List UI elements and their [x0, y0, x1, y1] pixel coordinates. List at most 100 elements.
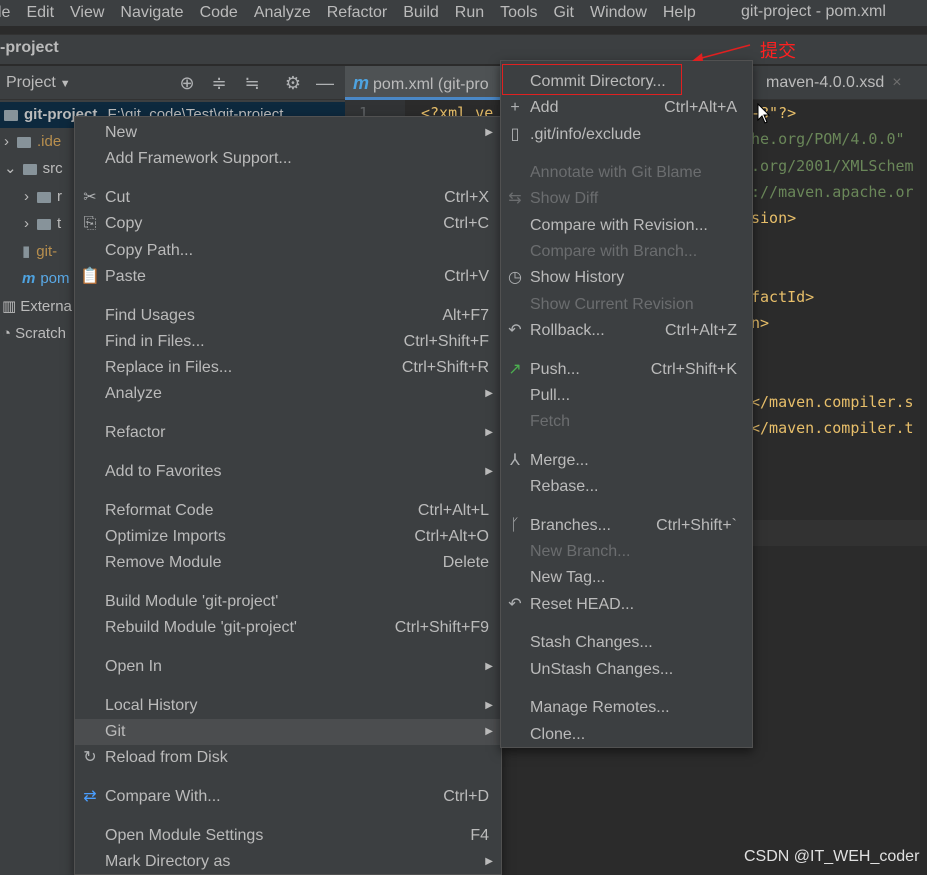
menu-item-analyze[interactable]: Analyze ▶	[75, 381, 501, 407]
chevron-right-icon[interactable]: ›	[24, 188, 29, 205]
tree-item-scratches[interactable]: ◔ Scratch	[2, 321, 66, 347]
git-item-clone[interactable]: Clone...	[501, 722, 752, 748]
tree-item-test[interactable]: › t	[24, 211, 61, 237]
tree-item-idea[interactable]: › .ide	[4, 129, 61, 155]
menu-view[interactable]: View	[70, 4, 112, 22]
library-icon: ▥	[2, 298, 17, 315]
git-item-annotate[interactable]: Annotate with Git Blame	[501, 160, 752, 186]
git-item-fetch[interactable]: Fetch	[501, 409, 752, 435]
git-item-merge[interactable]: ⅄ Merge...	[501, 448, 752, 474]
submenu-arrow-icon: ▶	[485, 466, 493, 477]
menu-item-replace-in-files[interactable]: Replace in Files... Ctrl+Shift+R	[75, 355, 501, 381]
menu-tools[interactable]: Tools	[500, 4, 545, 22]
menu-item-find-usages[interactable]: Find Usages Alt+F7	[75, 303, 501, 329]
menu-item-refactor[interactable]: Refactor ▶	[75, 420, 501, 446]
menu-code[interactable]: Code	[200, 4, 246, 22]
menu-item-mark-directory[interactable]: Mark Directory as ▶	[75, 849, 501, 875]
tree-item-gitignore[interactable]: ▮ git-	[22, 239, 57, 265]
git-item-show-current-revision[interactable]: Show Current Revision	[501, 292, 752, 318]
git-item-rebase[interactable]: Rebase...	[501, 474, 752, 500]
menu-item-reload-from-disk[interactable]: ↻ Reload from Disk	[75, 745, 501, 771]
tree-item-src[interactable]: ⌄ src	[4, 156, 63, 182]
git-item-branches[interactable]: ᚴ Branches... Ctrl+Shift+`	[501, 513, 752, 539]
tab-xsd-label: maven-4.0.0.xsd	[766, 74, 885, 91]
git-item-show-diff[interactable]: ⇆ Show Diff	[501, 186, 752, 212]
collapse-all-icon[interactable]: ≒	[241, 72, 263, 94]
tree-item-pom[interactable]: m pom	[22, 266, 70, 292]
menu-build[interactable]: Build	[403, 4, 447, 22]
git-item-exclude[interactable]: ▯ .git/info/exclude	[501, 122, 752, 148]
breadcrumb-project[interactable]: -project	[0, 39, 59, 57]
chevron-right-icon[interactable]: ›	[4, 133, 9, 150]
folder-icon	[37, 191, 51, 203]
undo-icon: ↶	[508, 322, 522, 339]
git-item-stash[interactable]: Stash Changes...	[501, 630, 752, 656]
menu-item-remove-module[interactable]: Remove Module Delete	[75, 550, 501, 576]
menu-window[interactable]: Window	[590, 4, 655, 22]
menu-git[interactable]: Git	[554, 4, 582, 22]
menu-item-module-settings[interactable]: Open Module Settings F4	[75, 823, 501, 849]
menu-help[interactable]: Help	[663, 4, 704, 22]
menu-item-rebuild-module[interactable]: Rebuild Module 'git-project' Ctrl+Shift+F…	[75, 615, 501, 641]
git-item-compare-branch[interactable]: Compare with Branch...	[501, 239, 752, 265]
tab-maven-xsd[interactable]: maven-4.0.0.xsd ×	[753, 66, 927, 100]
code-line-9: </maven.compiler.t	[751, 419, 914, 437]
git-item-reset-head[interactable]: ↶ Reset HEAD...	[501, 592, 752, 618]
tree-item-main[interactable]: › r	[24, 184, 62, 210]
menu-run[interactable]: Run	[455, 4, 492, 22]
chevron-down-icon[interactable]: ⌄	[4, 160, 17, 177]
git-item-rollback[interactable]: ↶ Rollback... Ctrl+Alt+Z	[501, 318, 752, 344]
menu-item-paste[interactable]: 📋 Paste Ctrl+V	[75, 264, 501, 290]
menu-item-open-in[interactable]: Open In ▶	[75, 654, 501, 680]
menu-item-add-framework[interactable]: Add Framework Support...	[75, 146, 501, 172]
git-item-new-branch[interactable]: New Branch...	[501, 539, 752, 565]
submenu-arrow-icon: ▶	[485, 127, 493, 138]
menu-item-copy[interactable]: ⎘ Copy Ctrl+C	[75, 211, 501, 237]
close-icon[interactable]: ×	[892, 74, 901, 91]
menu-item-reformat-code[interactable]: Reformat Code Ctrl+Alt+L	[75, 498, 501, 524]
expand-all-icon[interactable]: ≑	[208, 72, 230, 94]
menu-item-git[interactable]: Git ▶	[75, 719, 501, 745]
tab-pom-xml[interactable]: m pom.xml (git-pro	[345, 66, 502, 100]
menu-item-optimize-imports[interactable]: Optimize Imports Ctrl+Alt+O	[75, 524, 501, 550]
refresh-icon: ↻	[83, 749, 97, 766]
menu-edit[interactable]: Edit	[26, 4, 62, 22]
git-item-unstash[interactable]: UnStash Changes...	[501, 657, 752, 683]
git-item-show-history[interactable]: ◷ Show History	[501, 265, 752, 291]
compare-icon: ⇄	[83, 788, 97, 805]
hide-icon[interactable]: —	[314, 72, 336, 94]
git-item-push[interactable]: ↗ Push... Ctrl+Shift+K	[501, 357, 752, 383]
chevron-right-icon[interactable]: ›	[24, 215, 29, 232]
mouse-cursor-icon	[757, 103, 771, 124]
copy-icon: ⎘	[83, 215, 97, 232]
gear-icon[interactable]: ⚙	[282, 72, 304, 94]
menu-item-copy-path[interactable]: Copy Path...	[75, 238, 501, 264]
git-item-add[interactable]: + Add Ctrl+Alt+A	[501, 95, 752, 121]
diff-icon: ⇆	[508, 190, 522, 207]
scissors-icon: ✂	[83, 189, 97, 206]
tree-item-external-libraries[interactable]: ▥ Externa	[2, 294, 72, 320]
folder-icon	[22, 163, 37, 175]
git-item-compare-revision[interactable]: Compare with Revision...	[501, 213, 752, 239]
menu-item-add-favorites[interactable]: Add to Favorites ▶	[75, 459, 501, 485]
menu-item-compare-with[interactable]: ⇄ Compare With... Ctrl+D	[75, 784, 501, 810]
menu-item-cut[interactable]: ✂ Cut Ctrl+X	[75, 185, 501, 211]
menu-refactor[interactable]: Refactor	[327, 4, 395, 22]
git-item-manage-remotes[interactable]: Manage Remotes...	[501, 695, 752, 721]
code-line-7: n>	[751, 314, 770, 332]
menu-item-build-module[interactable]: Build Module 'git-project'	[75, 589, 501, 615]
git-item-new-tag[interactable]: New Tag...	[501, 565, 752, 591]
project-view-selector[interactable]: Project ▼	[6, 74, 71, 92]
tree-main-label: r	[57, 188, 62, 205]
locate-icon[interactable]: ⊕	[176, 72, 198, 94]
scratch-icon: ◔	[2, 325, 12, 342]
menu-item-local-history[interactable]: Local History ▶	[75, 693, 501, 719]
tree-scratch-label: Scratch	[15, 325, 66, 342]
menu-item-find-in-files[interactable]: Find in Files... Ctrl+Shift+F	[75, 329, 501, 355]
menu-navigate[interactable]: Navigate	[120, 4, 191, 22]
menu-item-new[interactable]: New ▶	[75, 120, 501, 146]
menu-analyze[interactable]: Analyze	[254, 4, 319, 22]
git-item-pull[interactable]: Pull...	[501, 383, 752, 409]
menu-file[interactable]: le	[0, 4, 18, 22]
project-view-label: Project	[6, 74, 56, 91]
